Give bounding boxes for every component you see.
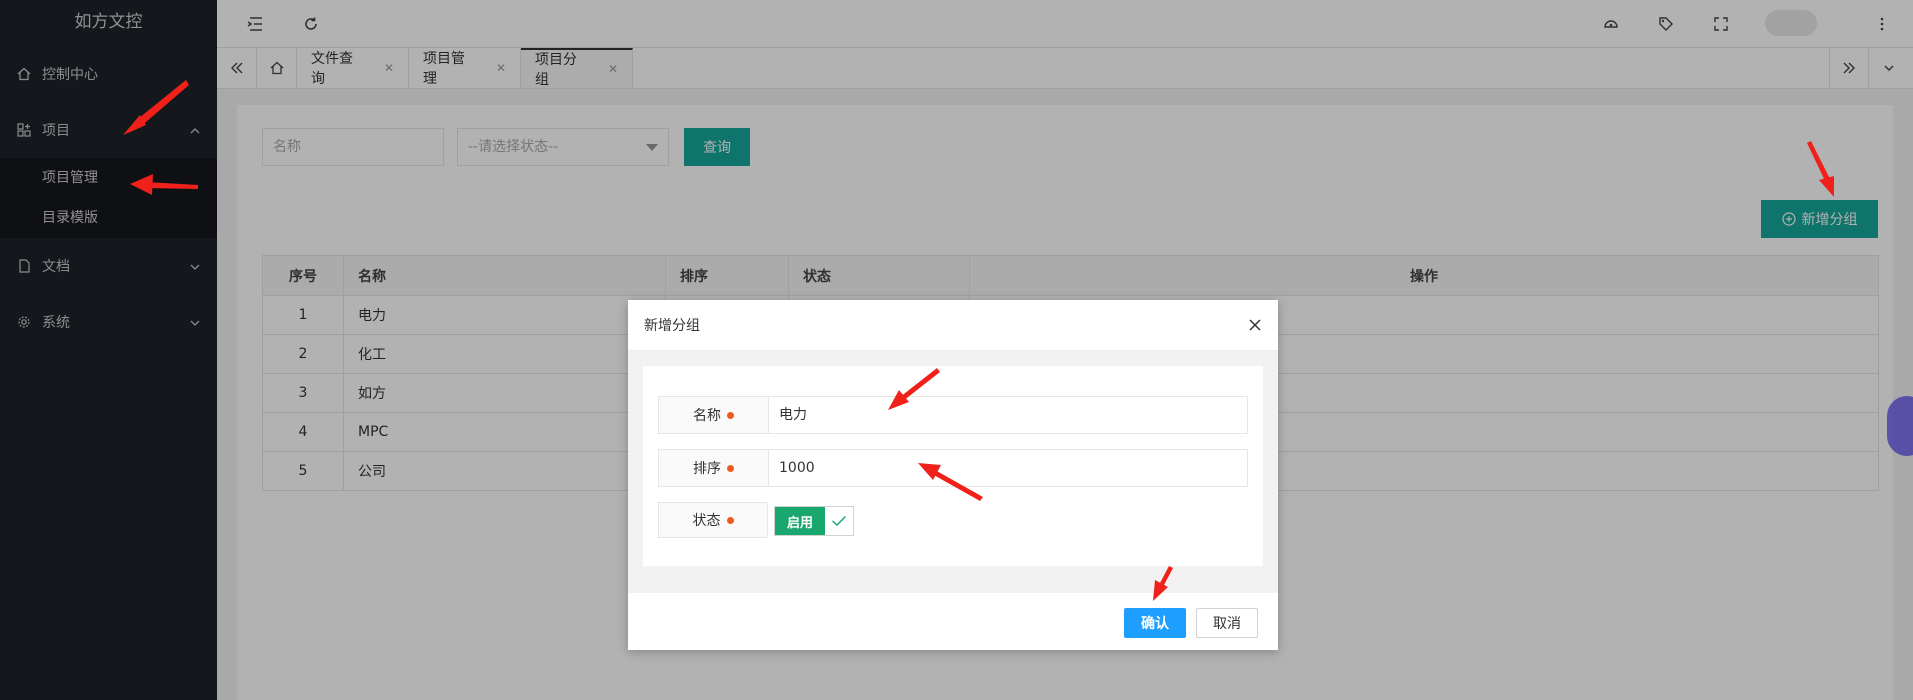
close-icon[interactable] [1246, 316, 1264, 334]
dialog-footer: 确认 取消 [628, 593, 1278, 650]
label-text: 名称 [693, 408, 721, 424]
form-label: 状态 [658, 502, 768, 538]
required-dot [727, 464, 734, 472]
form-row-sort: 排序 1000 [658, 449, 1248, 487]
form-card: 名称 电力 排序 1000 状态 启用 [643, 366, 1263, 566]
required-dot [727, 411, 734, 419]
form-label: 排序 [659, 450, 769, 486]
label-text: 排序 [693, 461, 721, 477]
check-icon [825, 507, 853, 535]
name-input[interactable]: 电力 [769, 397, 1247, 433]
sort-input[interactable]: 1000 [769, 450, 1247, 486]
switch-on-label: 启用 [775, 507, 825, 535]
label-text: 状态 [692, 513, 721, 529]
form-label: 名称 [659, 397, 769, 433]
form-row-name: 名称 电力 [658, 396, 1248, 434]
form-row-status: 状态 启用 [658, 502, 1248, 540]
cancel-button[interactable]: 取消 [1196, 608, 1258, 638]
dialog-body: 名称 电力 排序 1000 状态 启用 [628, 351, 1278, 593]
status-switch[interactable]: 启用 [774, 506, 854, 536]
dialog-title: 新增分组 [628, 300, 1278, 351]
required-dot [726, 516, 734, 524]
confirm-button[interactable]: 确认 [1124, 608, 1186, 638]
add-group-dialog: 新增分组 名称 电力 排序 1000 状态 启用 确认 取消 [628, 300, 1278, 650]
